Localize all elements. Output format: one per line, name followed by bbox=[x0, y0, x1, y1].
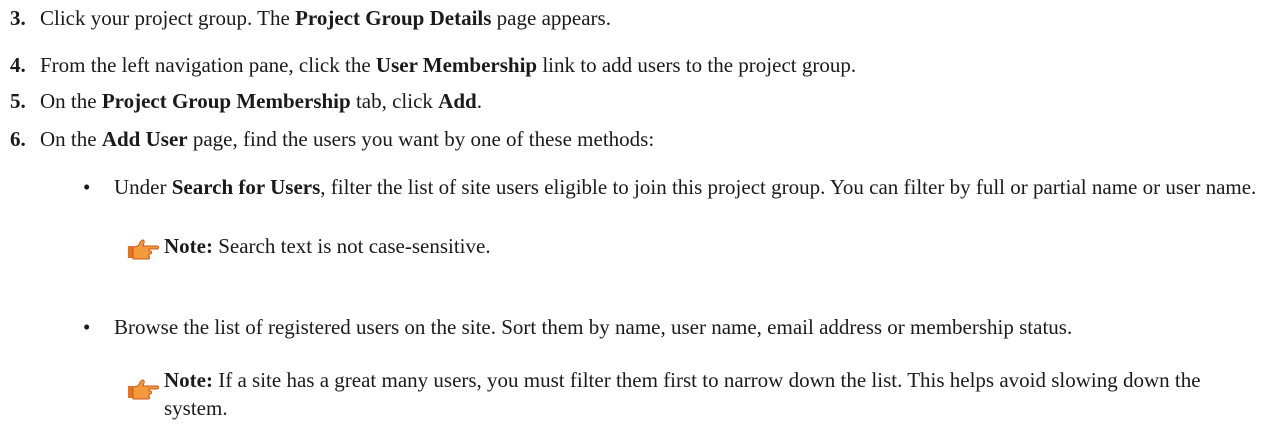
ui-label-project-group-details: Project Group Details bbox=[295, 6, 492, 30]
step-6: 6. On the Add User page, find the users y… bbox=[10, 125, 654, 153]
bullet-item-browse: Browse the list of registered users on t… bbox=[114, 313, 1264, 341]
step-3: 3. Click your project group. The Project … bbox=[10, 4, 611, 32]
note-text: If a site has a great many users, you mu… bbox=[164, 368, 1201, 420]
note-label: Note: bbox=[164, 234, 213, 258]
ui-label-user-membership: User Membership bbox=[375, 53, 538, 77]
ui-label-add-user: Add User bbox=[101, 127, 188, 151]
bullet-text: Under bbox=[114, 175, 172, 199]
bullet-marker: • bbox=[83, 175, 91, 199]
note-box: Note: If a site has a great many users, … bbox=[126, 366, 1266, 422]
note-content: Note: If a site has a great many users, … bbox=[164, 366, 1266, 422]
step-text: On the bbox=[40, 89, 102, 113]
note-box: Note: Search text is not case-sensitive. bbox=[126, 232, 1266, 260]
step-number: 6. bbox=[10, 127, 26, 151]
bullet-text: , filter the list of site users eligible… bbox=[320, 175, 1257, 199]
step-number: 4. bbox=[10, 53, 26, 77]
note-label: Note: bbox=[164, 368, 213, 392]
step-number: 3. bbox=[10, 6, 26, 30]
step-4: 4. From the left navigation pane, click t… bbox=[10, 51, 856, 79]
pointing-hand-icon bbox=[128, 379, 159, 400]
step-5: 5. On the Project Group Membership tab, c… bbox=[10, 87, 482, 115]
step-text: Click your project group. The bbox=[40, 6, 296, 30]
step-text: page, find the users you want by one of … bbox=[187, 127, 655, 151]
step-number: 5. bbox=[10, 89, 26, 113]
ui-label-add: Add bbox=[438, 89, 477, 113]
step-text: link to add users to the project group. bbox=[537, 53, 857, 77]
bullet-text: Browse the list of registered users on t… bbox=[114, 315, 1073, 339]
step-text: From the left navigation pane, click the bbox=[40, 53, 376, 77]
bullet-marker: • bbox=[83, 315, 91, 339]
note-text: Search text is not case-sensitive. bbox=[218, 234, 491, 258]
note-content: Note: Search text is not case-sensitive. bbox=[164, 232, 1266, 260]
pointing-hand-icon bbox=[128, 239, 159, 260]
step-text: page appears. bbox=[491, 6, 611, 30]
ui-label-project-group-membership: Project Group Membership bbox=[101, 89, 351, 113]
step-text: On the bbox=[40, 127, 102, 151]
bullet-item-search: Under Search for Users, filter the list … bbox=[114, 173, 1264, 201]
step-text: tab, click bbox=[350, 89, 439, 113]
step-text: . bbox=[476, 89, 482, 113]
ui-label-search-for-users: Search for Users bbox=[171, 175, 321, 199]
